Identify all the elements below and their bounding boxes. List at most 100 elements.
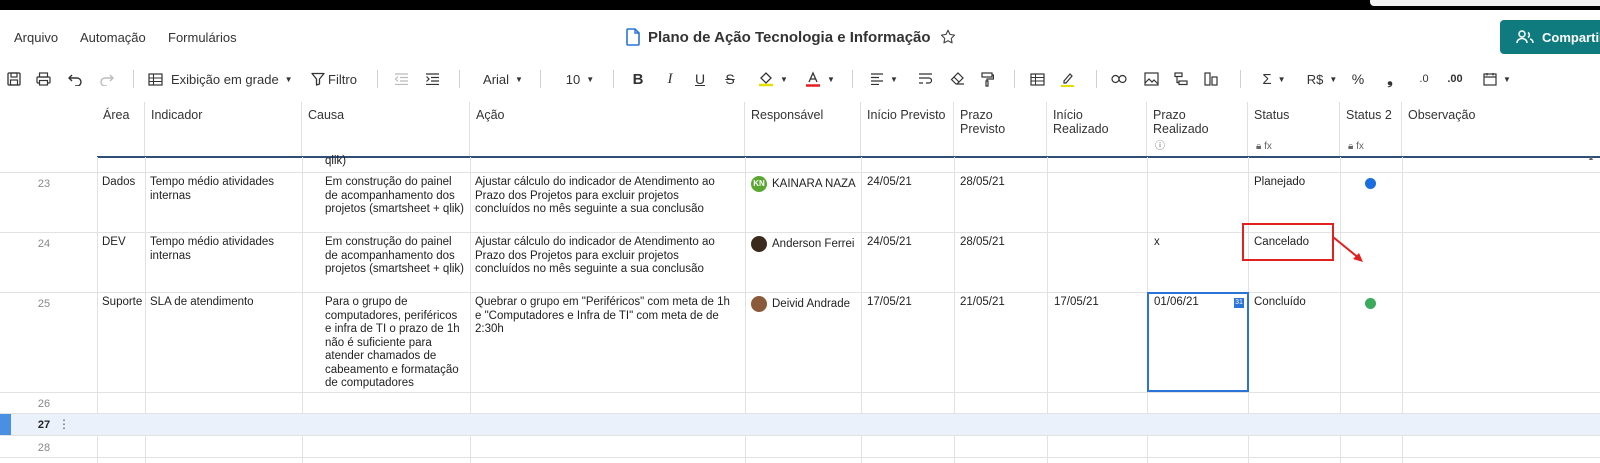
column-header-responsavel[interactable]: Responsável — [745, 102, 861, 157]
align-button[interactable]: ▼ — [864, 66, 904, 92]
cell-area[interactable]: Suporte — [102, 296, 144, 310]
column-header-prazo-realizado[interactable]: Prazo Realizado ⓘ — [1147, 102, 1248, 157]
column-header-inicio-realizado[interactable]: Início Realizado — [1047, 102, 1147, 157]
grid-view-icon — [148, 72, 163, 86]
decrease-decimal-button[interactable]: .0 — [1412, 66, 1436, 92]
vertical-scrollbar[interactable]: ▲ — [1585, 155, 1597, 461]
column-header-status[interactable]: Status 🔒︎ fx — [1248, 102, 1340, 157]
column-icon[interactable] — [1200, 66, 1222, 92]
hierarchy-icon[interactable] — [1170, 66, 1192, 92]
percent-button[interactable]: % — [1348, 66, 1368, 92]
column-header-acao[interactable]: Ação — [470, 102, 745, 157]
annotation-arrow-icon — [1332, 236, 1363, 262]
cell-responsavel[interactable]: KN KAINARA NAZA — [751, 176, 861, 192]
cell-inicio-previsto[interactable]: 24/05/21 — [867, 176, 912, 190]
cell-area[interactable]: Dados — [102, 176, 144, 190]
status-indicator-dot[interactable] — [1365, 298, 1376, 309]
cell-inicio-previsto[interactable]: 17/05/21 — [867, 296, 912, 310]
column-header-indicador[interactable]: Indicador — [145, 102, 302, 157]
sheet-grid: Área Indicador Causa Ação Responsável In… — [0, 102, 1600, 463]
favorite-star-icon[interactable] — [939, 28, 957, 46]
cell-inicio-previsto[interactable]: 24/05/21 — [867, 236, 912, 250]
cell-area[interactable]: DEV — [102, 236, 144, 250]
filter-button[interactable]: Filtro — [306, 66, 362, 92]
italic-button[interactable]: I — [660, 66, 680, 92]
menu-formularios[interactable]: Formulários — [168, 30, 237, 45]
bold-button[interactable]: B — [628, 66, 648, 92]
cell-acao[interactable]: Ajustar cálculo do indicador de Atendime… — [475, 176, 737, 217]
column-header-prazo-previsto[interactable]: Prazo Previsto — [954, 102, 1047, 157]
menu-arquivo[interactable]: Arquivo — [14, 30, 58, 45]
row-number: 25 — [37, 298, 51, 310]
chevron-down-icon: ▼ — [890, 74, 898, 84]
cell-status[interactable]: Planejado — [1254, 176, 1305, 190]
table-row-highlighted[interactable] — [0, 414, 1600, 435]
currency-button[interactable]: R$ ▼ — [1302, 66, 1342, 92]
row-number: 28 — [37, 442, 51, 454]
row-selection-marker[interactable] — [0, 414, 11, 435]
strikethrough-button[interactable]: S — [720, 66, 740, 92]
cell-prazo-previsto[interactable]: 28/05/21 — [960, 176, 1005, 190]
responsavel-name: Deivid Andrade — [772, 298, 850, 311]
menu-automacao[interactable]: Automação — [80, 30, 146, 45]
cell-status[interactable]: Concluído — [1254, 296, 1306, 310]
column-header-causa[interactable]: Causa — [302, 102, 470, 157]
print-icon[interactable] — [33, 66, 53, 92]
row-menu-icon[interactable]: ⋮ — [58, 417, 70, 431]
column-header-status-2[interactable]: Status 2 🔒︎ fx — [1340, 102, 1402, 157]
text-color-button[interactable]: ▼ — [800, 66, 840, 92]
chevron-down-icon: ▼ — [284, 74, 293, 84]
cell-responsavel[interactable]: Anderson Ferrei — [751, 236, 861, 252]
column-header-observacao[interactable]: Observação — [1402, 102, 1585, 157]
indent-icon[interactable] — [422, 66, 442, 92]
fill-color-button[interactable]: ▼ — [752, 66, 794, 92]
view-selector[interactable]: Exibição em grade ▼ — [148, 66, 294, 92]
format-painter-icon[interactable] — [976, 66, 998, 92]
cell-inicio-realizado[interactable]: 17/05/21 — [1054, 296, 1099, 310]
wrap-text-icon[interactable] — [914, 66, 936, 92]
cell-prazo-previsto[interactable]: 21/05/21 — [960, 296, 1005, 310]
cell-acao[interactable]: Quebrar o grupo em "Periféricos" com met… — [475, 296, 737, 337]
calendar-icon — [1483, 73, 1497, 86]
cell-causa[interactable]: Para o grupo de computadores, periférico… — [325, 296, 465, 391]
column-header-area[interactable]: Área — [97, 102, 145, 157]
cell-indicador[interactable]: Tempo médio atividades internas — [150, 236, 296, 263]
thousands-separator-icon[interactable]: ❟ — [1380, 66, 1400, 92]
font-family-select[interactable]: Arial ▼ — [478, 66, 528, 92]
save-icon[interactable] — [4, 66, 24, 92]
table-icon[interactable] — [1026, 66, 1048, 92]
column-header-inicio-previsto[interactable]: Início Previsto — [861, 102, 954, 157]
cell-causa[interactable]: Em construção do painel de acompanhament… — [325, 176, 465, 217]
share-button[interactable]: Compartil — [1500, 20, 1600, 54]
cell-indicador[interactable]: SLA de atendimento — [150, 296, 296, 310]
top-search-field[interactable] — [1370, 0, 1600, 6]
cell-indicador[interactable]: Tempo médio atividades internas — [150, 176, 296, 203]
font-size-select[interactable]: 10 ▼ — [560, 66, 600, 92]
image-icon[interactable] — [1140, 66, 1162, 92]
outdent-icon[interactable] — [391, 66, 411, 92]
link-icon[interactable] — [1108, 66, 1130, 92]
cell-acao[interactable]: Ajustar cálculo do indicador de Atendime… — [475, 236, 737, 277]
date-format-button[interactable]: ▼ — [1478, 66, 1516, 92]
info-icon[interactable]: ⓘ — [1155, 137, 1165, 152]
status-indicator-dot[interactable] — [1365, 178, 1376, 189]
cell-prazo-previsto[interactable]: 28/05/21 — [960, 236, 1005, 250]
cell-causa[interactable]: Em construção do painel de acompanhament… — [325, 236, 465, 277]
eraser-icon[interactable] — [946, 66, 968, 92]
sum-button[interactable]: Σ ▼ — [1254, 66, 1294, 92]
underline-button[interactable]: U — [690, 66, 710, 92]
row-number: 23 — [37, 178, 51, 190]
cell-prazo-realizado[interactable]: x — [1154, 236, 1160, 250]
date-picker-icon[interactable]: 31 — [1234, 298, 1244, 308]
text-color-icon — [806, 71, 821, 87]
highlight-icon[interactable] — [1056, 66, 1078, 92]
undo-icon[interactable] — [64, 66, 86, 92]
scroll-up-icon[interactable]: ▲ — [1585, 155, 1597, 162]
filter-label: Filtro — [328, 71, 357, 87]
chevron-down-icon: ▼ — [1503, 74, 1511, 84]
chevron-down-icon: ▼ — [780, 74, 788, 84]
increase-decimal-button[interactable]: .00 — [1442, 66, 1468, 92]
share-button-label: Compartil — [1542, 29, 1600, 45]
redo-icon[interactable] — [96, 66, 118, 92]
cell-responsavel[interactable]: Deivid Andrade — [751, 296, 861, 312]
